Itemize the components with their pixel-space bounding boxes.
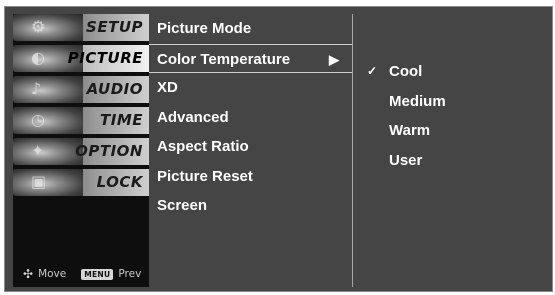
- category-setup[interactable]: ⚙ SETUP: [13, 14, 149, 41]
- option-advanced[interactable]: Advanced: [149, 103, 353, 133]
- option-label: Picture Mode: [157, 20, 252, 37]
- option-screen[interactable]: Screen: [149, 191, 353, 221]
- audio-icon: ♪: [31, 79, 42, 98]
- category-label: OPTION: [75, 142, 143, 160]
- category-label: LOCK: [96, 173, 143, 191]
- category-option[interactable]: ✦ OPTION: [13, 138, 149, 165]
- option-label: Aspect Ratio: [157, 138, 249, 155]
- option-label: XD: [157, 79, 178, 96]
- category-label: SETUP: [86, 18, 143, 36]
- option-thumb: [13, 138, 83, 165]
- option-xd[interactable]: XD: [149, 73, 353, 103]
- value-label: Cool: [389, 63, 423, 80]
- prev-hint-label: Prev: [118, 268, 142, 280]
- value-label: User: [389, 151, 423, 169]
- option-picture-reset[interactable]: Picture Reset: [149, 162, 353, 192]
- lock-icon: ▣: [31, 172, 47, 191]
- value-warm[interactable]: Warm: [363, 116, 446, 146]
- option-color-temperature[interactable]: Color Temperature ▶: [149, 43, 353, 73]
- option-label: Screen: [157, 197, 208, 214]
- value-user[interactable]: User: [363, 146, 446, 176]
- color-temperature-values: ✓ Cool Medium Warm User: [363, 57, 446, 175]
- picture-icon: ◐: [31, 48, 45, 67]
- category-label: PICTURE: [67, 49, 143, 67]
- panel-divider: [352, 14, 353, 287]
- setup-thumb: [13, 14, 83, 41]
- picture-options-list: Picture Mode Color Temperature ▶ XD Adva…: [149, 14, 353, 221]
- category-label: AUDIO: [86, 80, 143, 98]
- lock-thumb: [13, 169, 83, 196]
- category-sidebar: ⚙ SETUP ◐ PICTURE ♪ AUDIO ◷ TIME ✦ OPTIO…: [13, 14, 149, 287]
- category-time[interactable]: ◷ TIME: [13, 107, 149, 134]
- submenu-arrow-icon: ▶: [329, 51, 339, 67]
- option-label: Picture Reset: [157, 167, 253, 185]
- option-label: Advanced: [157, 108, 229, 126]
- move-hint-label: Move: [38, 268, 67, 280]
- value-cool[interactable]: ✓ Cool: [363, 57, 446, 87]
- time-thumb: [13, 107, 83, 134]
- value-label: Warm: [389, 122, 431, 139]
- audio-thumb: [13, 76, 83, 103]
- value-medium[interactable]: Medium: [363, 87, 446, 117]
- setup-icon: ⚙: [31, 17, 46, 36]
- option-label: Color Temperature: [157, 50, 291, 68]
- category-picture[interactable]: ◐ PICTURE: [13, 45, 149, 72]
- option-aspect-ratio[interactable]: Aspect Ratio: [149, 132, 353, 162]
- value-label: Medium: [389, 92, 446, 110]
- category-audio[interactable]: ♪ AUDIO: [13, 76, 149, 103]
- clock-icon: ◷: [31, 110, 45, 129]
- category-label: TIME: [100, 111, 143, 129]
- category-lock[interactable]: ▣ LOCK: [13, 169, 149, 196]
- option-picture-mode[interactable]: Picture Mode: [149, 14, 353, 44]
- checkmark-icon: ✓: [367, 64, 378, 78]
- tv-osd-menu: ⚙ SETUP ◐ PICTURE ♪ AUDIO ◷ TIME ✦ OPTIO…: [4, 6, 553, 292]
- menu-key-icon: MENU: [81, 268, 114, 280]
- navigation-hints: ✣ Move MENU Prev: [23, 267, 141, 281]
- option-icon: ✦: [31, 141, 45, 160]
- move-icon: ✣: [23, 267, 34, 281]
